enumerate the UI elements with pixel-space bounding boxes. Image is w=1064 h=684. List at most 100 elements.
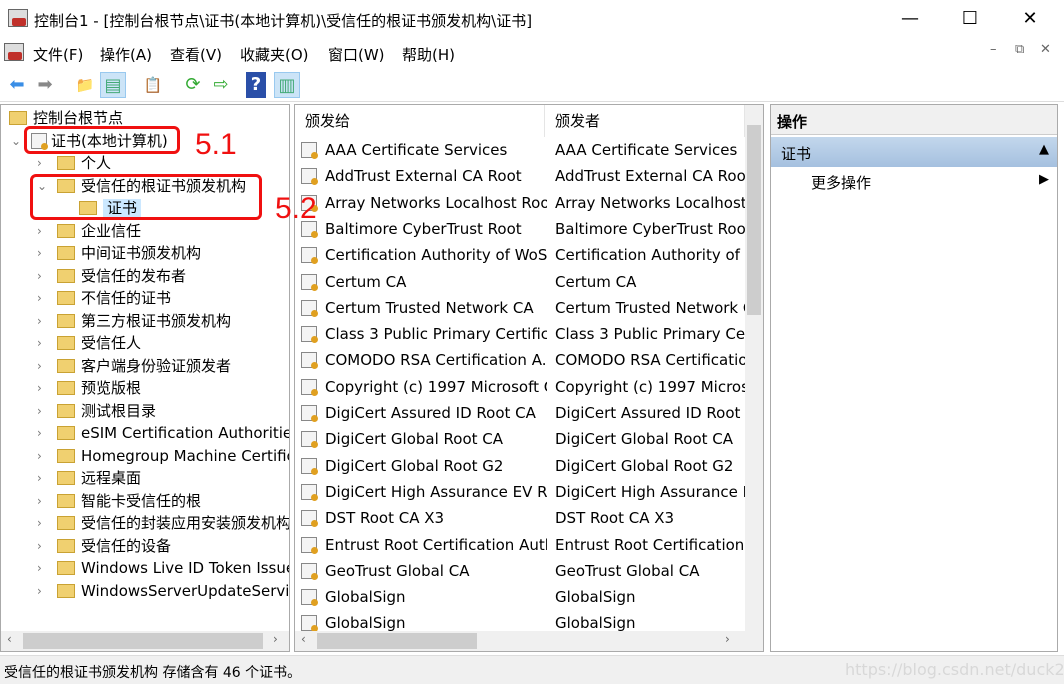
tree-item-label: 企业信任	[81, 221, 142, 240]
scroll-thumb[interactable]	[747, 125, 761, 315]
menu-file[interactable]: 文件(F)	[33, 44, 83, 65]
table-row[interactable]: DigiCert High Assurance EV Ro... DigiCert…	[301, 479, 745, 505]
tree-item-label: Windows Live ID Token Issuer	[81, 559, 290, 577]
collapse-chevron-icon[interactable]: ›	[37, 467, 42, 489]
tree-item[interactable]: › 中间证书颁发机构	[37, 242, 201, 264]
menu-help[interactable]: 帮助(H)	[402, 44, 455, 65]
menu-window[interactable]: 窗口(W)	[328, 44, 385, 65]
collapse-chevron-icon[interactable]: ›	[37, 557, 42, 579]
collapse-chevron-icon[interactable]: ›	[37, 377, 42, 399]
tree-item[interactable]: › 受信任的设备	[37, 535, 171, 557]
back-arrow-icon[interactable]: ⬅	[4, 72, 30, 98]
scroll-thumb[interactable]	[23, 633, 263, 649]
minimize-button[interactable]: —	[890, 6, 930, 32]
tree-item[interactable]: › 测试根目录	[37, 400, 156, 422]
show-hide-tree-icon[interactable]: ▤	[100, 72, 126, 98]
console-icon	[4, 43, 24, 61]
collapse-triangle-icon[interactable]: ▲	[1039, 142, 1049, 157]
table-row[interactable]: Certum Trusted Network CA Certum Trusted …	[301, 295, 745, 321]
tree-item[interactable]: › 受信任人	[37, 332, 141, 354]
issued-to-cell: GeoTrust Global CA	[325, 561, 470, 580]
table-row[interactable]: DST Root CA X3 DST Root CA X3	[301, 505, 741, 531]
tree-horizontal-scrollbar[interactable]: ‹ ›	[1, 631, 289, 651]
forward-arrow-icon[interactable]: ➡	[32, 72, 58, 98]
folder-icon	[57, 336, 75, 350]
collapse-chevron-icon[interactable]: ›	[37, 535, 42, 557]
table-row[interactable]: Array Networks Localhost Root... Array Ne…	[301, 190, 745, 216]
list-vertical-scrollbar[interactable]	[745, 105, 763, 631]
issued-to-cell: DigiCert Global Root CA	[325, 430, 504, 449]
tree-item[interactable]: › Homegroup Machine Certificates	[37, 445, 289, 467]
collapse-chevron-icon[interactable]: ›	[37, 220, 42, 242]
tree-item[interactable]: › 不信任的证书	[37, 287, 171, 309]
tree-item[interactable]: › 受信任的发布者	[37, 265, 187, 287]
tree-item[interactable]: › 预览版根	[37, 377, 141, 399]
table-row[interactable]: GeoTrust Global CA GeoTrust Global CA	[301, 558, 741, 584]
scroll-thumb[interactable]	[317, 633, 477, 649]
maximize-button[interactable]: ☐	[950, 6, 990, 32]
collapse-chevron-icon[interactable]: ›	[37, 152, 42, 174]
table-row[interactable]: Entrust Root Certification Auth... Entrus…	[301, 532, 745, 558]
menu-action[interactable]: 操作(A)	[100, 44, 152, 65]
table-row[interactable]: DigiCert Global Root G2 DigiCert Global R…	[301, 453, 741, 479]
table-row[interactable]: DigiCert Global Root CA DigiCert Global R…	[301, 426, 741, 452]
tree-item[interactable]: › Windows Live ID Token Issuer	[37, 557, 290, 579]
tree-item-label: WindowsServerUpdateServices	[81, 581, 290, 600]
tree-item-label: 受信任的封装应用安装颁发机构	[81, 514, 290, 532]
issued-to-cell: Array Networks Localhost Root...	[325, 193, 547, 212]
column-header-issued-by[interactable]: 颁发者	[545, 105, 745, 137]
collapse-chevron-icon[interactable]: ›	[37, 580, 42, 602]
help-icon[interactable]: ?	[246, 72, 266, 98]
issued-to-cell: COMODO RSA Certification A...	[325, 351, 547, 370]
tree-item[interactable]: › 第三方根证书颁发机构	[37, 310, 231, 332]
collapse-chevron-icon[interactable]: ›	[37, 512, 42, 534]
tree-item[interactable]: › eSIM Certification Authorities	[37, 422, 289, 444]
clipboard-icon[interactable]: 📋	[140, 72, 166, 98]
collapse-chevron-icon[interactable]: ›	[37, 332, 42, 354]
collapse-chevron-icon[interactable]: ›	[37, 490, 42, 512]
tree-item[interactable]: › 智能卡受信任的根	[37, 490, 201, 512]
table-row[interactable]: AddTrust External CA Root AddTrust Extern…	[301, 163, 745, 189]
mdi-restore-button[interactable]: ⧉	[1015, 42, 1024, 57]
tree-item[interactable]: › WindowsServerUpdateServices	[37, 580, 290, 602]
collapse-chevron-icon[interactable]: ›	[37, 355, 42, 377]
show-hide-action-pane-icon[interactable]: ▥	[274, 72, 300, 98]
table-row[interactable]: Class 3 Public Primary Certifica... Class…	[301, 321, 745, 347]
menu-favorites[interactable]: 收藏夹(O)	[240, 44, 309, 65]
close-button[interactable]: ✕	[1010, 6, 1050, 32]
tree-item[interactable]: › 客户端身份验证颁发者	[37, 355, 231, 377]
collapse-chevron-icon[interactable]: ›	[37, 265, 42, 287]
issued-to-cell: DigiCert Assured ID Root CA	[325, 404, 536, 422]
menu-view[interactable]: 查看(V)	[170, 44, 222, 65]
table-row[interactable]: AAA Certificate Services AAA Certificate …	[301, 137, 741, 163]
table-row[interactable]: COMODO RSA Certification A... COMODO RSA …	[301, 347, 745, 373]
collapse-chevron-icon[interactable]: ›	[37, 310, 42, 332]
table-row[interactable]: Baltimore CyberTrust Root Baltimore Cyber…	[301, 216, 745, 242]
table-row[interactable]: GlobalSign GlobalSign	[301, 584, 741, 610]
action-section-certificates[interactable]: 证书 ▲	[771, 137, 1057, 167]
tree-item-label: 受信任的发布者	[81, 266, 187, 285]
tree-item[interactable]: › 个人	[37, 152, 111, 174]
collapse-chevron-icon[interactable]: ›	[37, 445, 42, 467]
collapse-chevron-icon[interactable]: ›	[37, 422, 42, 444]
table-row[interactable]: Certification Authority of WoSi... Certif…	[301, 242, 745, 268]
table-row[interactable]: DigiCert Assured ID Root CA DigiCert Assu…	[301, 400, 745, 426]
expand-chevron-icon[interactable]: ⌄	[11, 130, 21, 152]
collapse-chevron-icon[interactable]: ›	[37, 287, 42, 309]
collapse-chevron-icon[interactable]: ›	[37, 400, 42, 422]
export-list-icon[interactable]: ⇨	[208, 72, 234, 98]
refresh-icon[interactable]: ⟳	[180, 72, 206, 98]
tree-item[interactable]: › 企业信任	[37, 220, 142, 242]
table-row[interactable]: Certum CA Certum CA	[301, 269, 741, 295]
tree-item[interactable]: › 远程桌面	[37, 467, 141, 489]
collapse-chevron-icon[interactable]: ›	[37, 242, 42, 264]
list-horizontal-scrollbar[interactable]: ‹ ›	[295, 631, 763, 651]
mdi-close-button[interactable]: ✕	[1040, 42, 1051, 57]
annotation-label-5-1: 5.1	[195, 128, 237, 161]
table-row[interactable]: Copyright (c) 1997 Microsoft C... Copyrig…	[301, 374, 745, 400]
mdi-minimize-button[interactable]: –	[990, 42, 997, 57]
up-folder-icon[interactable]: 📁	[72, 72, 98, 98]
folder-icon	[57, 448, 75, 463]
tree-item[interactable]: › 受信任的封装应用安装颁发机构	[37, 512, 290, 534]
action-more-actions[interactable]: 更多操作 ▶	[771, 169, 1057, 195]
